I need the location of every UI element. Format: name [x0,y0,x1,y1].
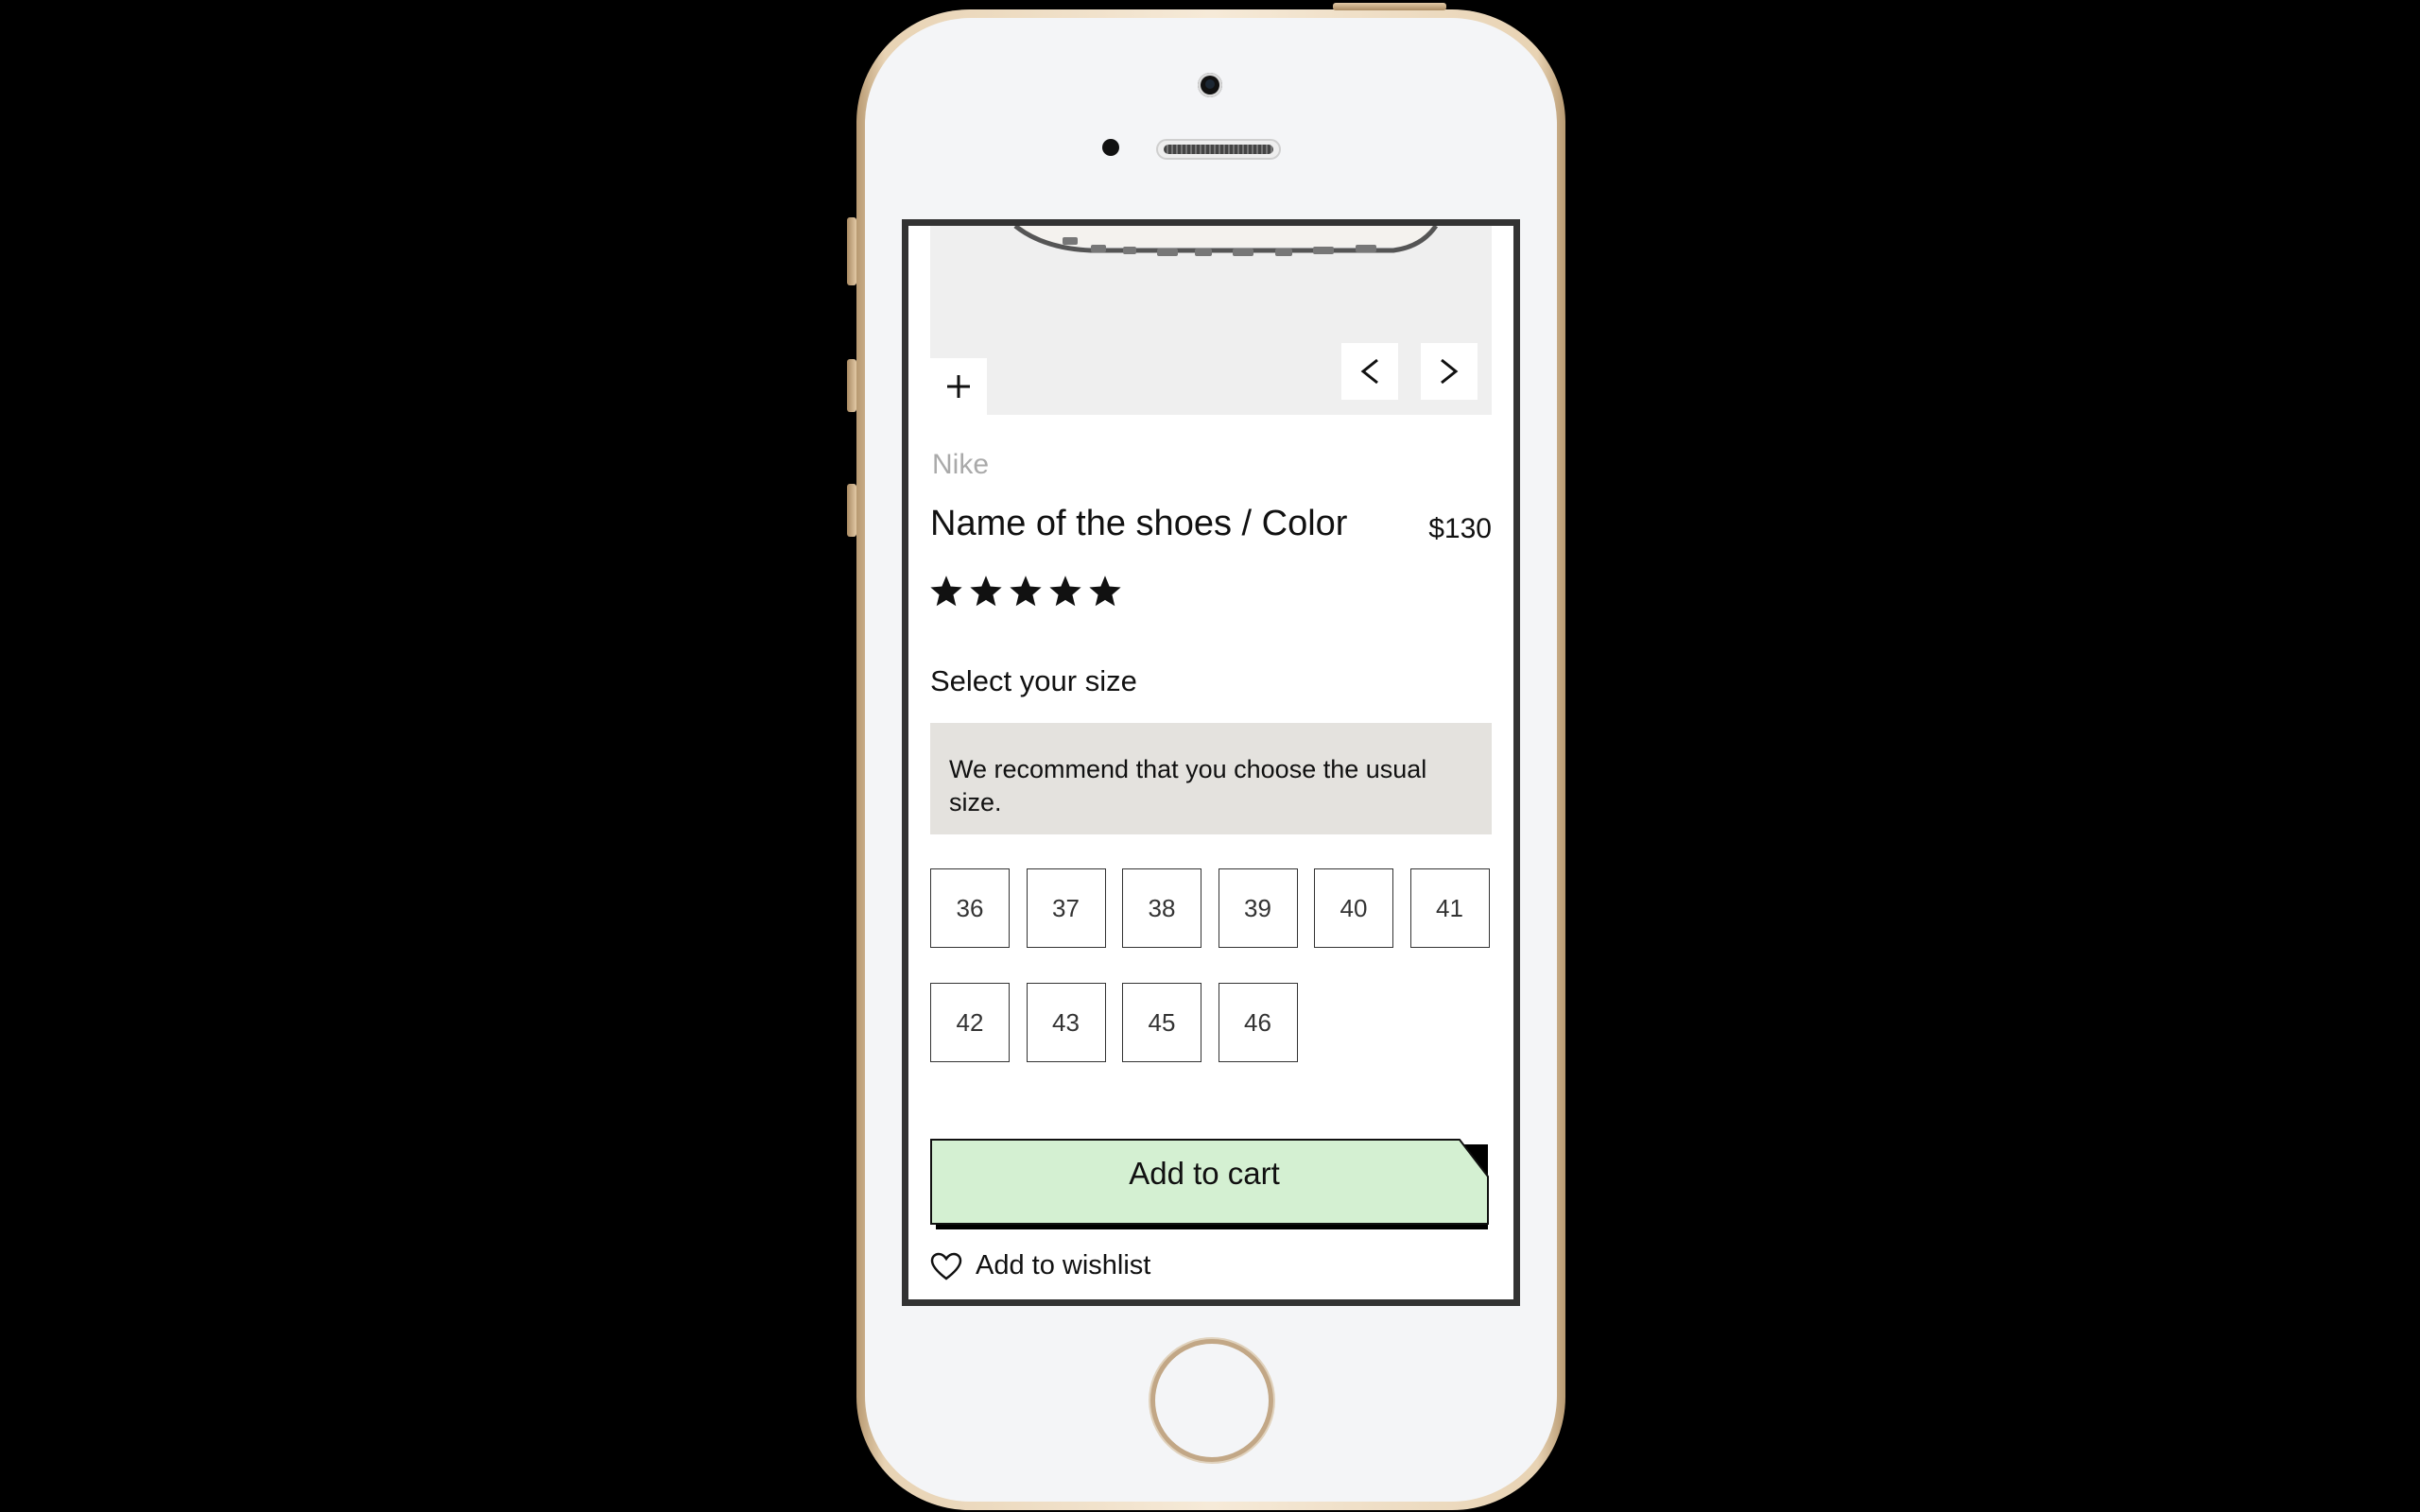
product-title: Name of the shoes / Color [930,504,1348,543]
star-icon [1049,576,1081,607]
home-button[interactable] [1150,1339,1273,1462]
power-button [1333,3,1446,10]
size-option[interactable]: 37 [1026,868,1106,948]
volume-down-button [847,484,856,537]
star-icon [1010,576,1042,607]
size-option[interactable]: 46 [1218,983,1298,1062]
product-price: $130 [1428,513,1492,544]
front-camera [1198,73,1222,97]
earpiece-speaker [1156,139,1281,160]
zoom-button[interactable] [930,358,987,415]
product-detail: Nike Name of the shoes / Color $130 Sele… [908,226,1513,1299]
size-recommendation: We recommend that you choose the usual s… [930,723,1492,834]
previous-image-button[interactable] [1341,343,1398,400]
size-option[interactable]: 43 [1026,983,1106,1062]
star-icon [1089,576,1121,607]
app-screen: Nike Name of the shoes / Color $130 Sele… [902,219,1520,1306]
proximity-sensor [1102,139,1119,156]
chevron-right-icon [1441,358,1459,385]
heart-icon [930,1252,962,1280]
add-to-cart-button[interactable]: Add to cart [930,1139,1495,1233]
add-to-cart-label: Add to cart [1129,1156,1280,1191]
volume-up-button [847,359,856,412]
size-option[interactable]: 42 [930,983,1010,1062]
size-option[interactable]: 38 [1122,868,1201,948]
product-image [930,226,1492,415]
star-icon [970,576,1002,607]
size-option[interactable]: 45 [1122,983,1201,1062]
add-to-wishlist-link[interactable]: Add to wishlist [930,1250,1150,1281]
shoe-sole-image [1013,226,1439,256]
size-option[interactable]: 41 [1409,868,1490,948]
mute-switch [847,217,856,285]
star-icon [930,576,962,607]
plus-icon [947,375,970,398]
size-option[interactable]: 40 [1314,868,1393,948]
rating-stars [930,576,1121,608]
chevron-left-icon [1360,358,1378,385]
brand-name: Nike [932,449,990,480]
size-option[interactable]: 39 [1218,868,1298,948]
next-image-button[interactable] [1421,343,1478,400]
wishlist-label: Add to wishlist [976,1250,1151,1280]
size-option[interactable]: 36 [930,868,1010,948]
select-size-label: Select your size [930,664,1137,697]
